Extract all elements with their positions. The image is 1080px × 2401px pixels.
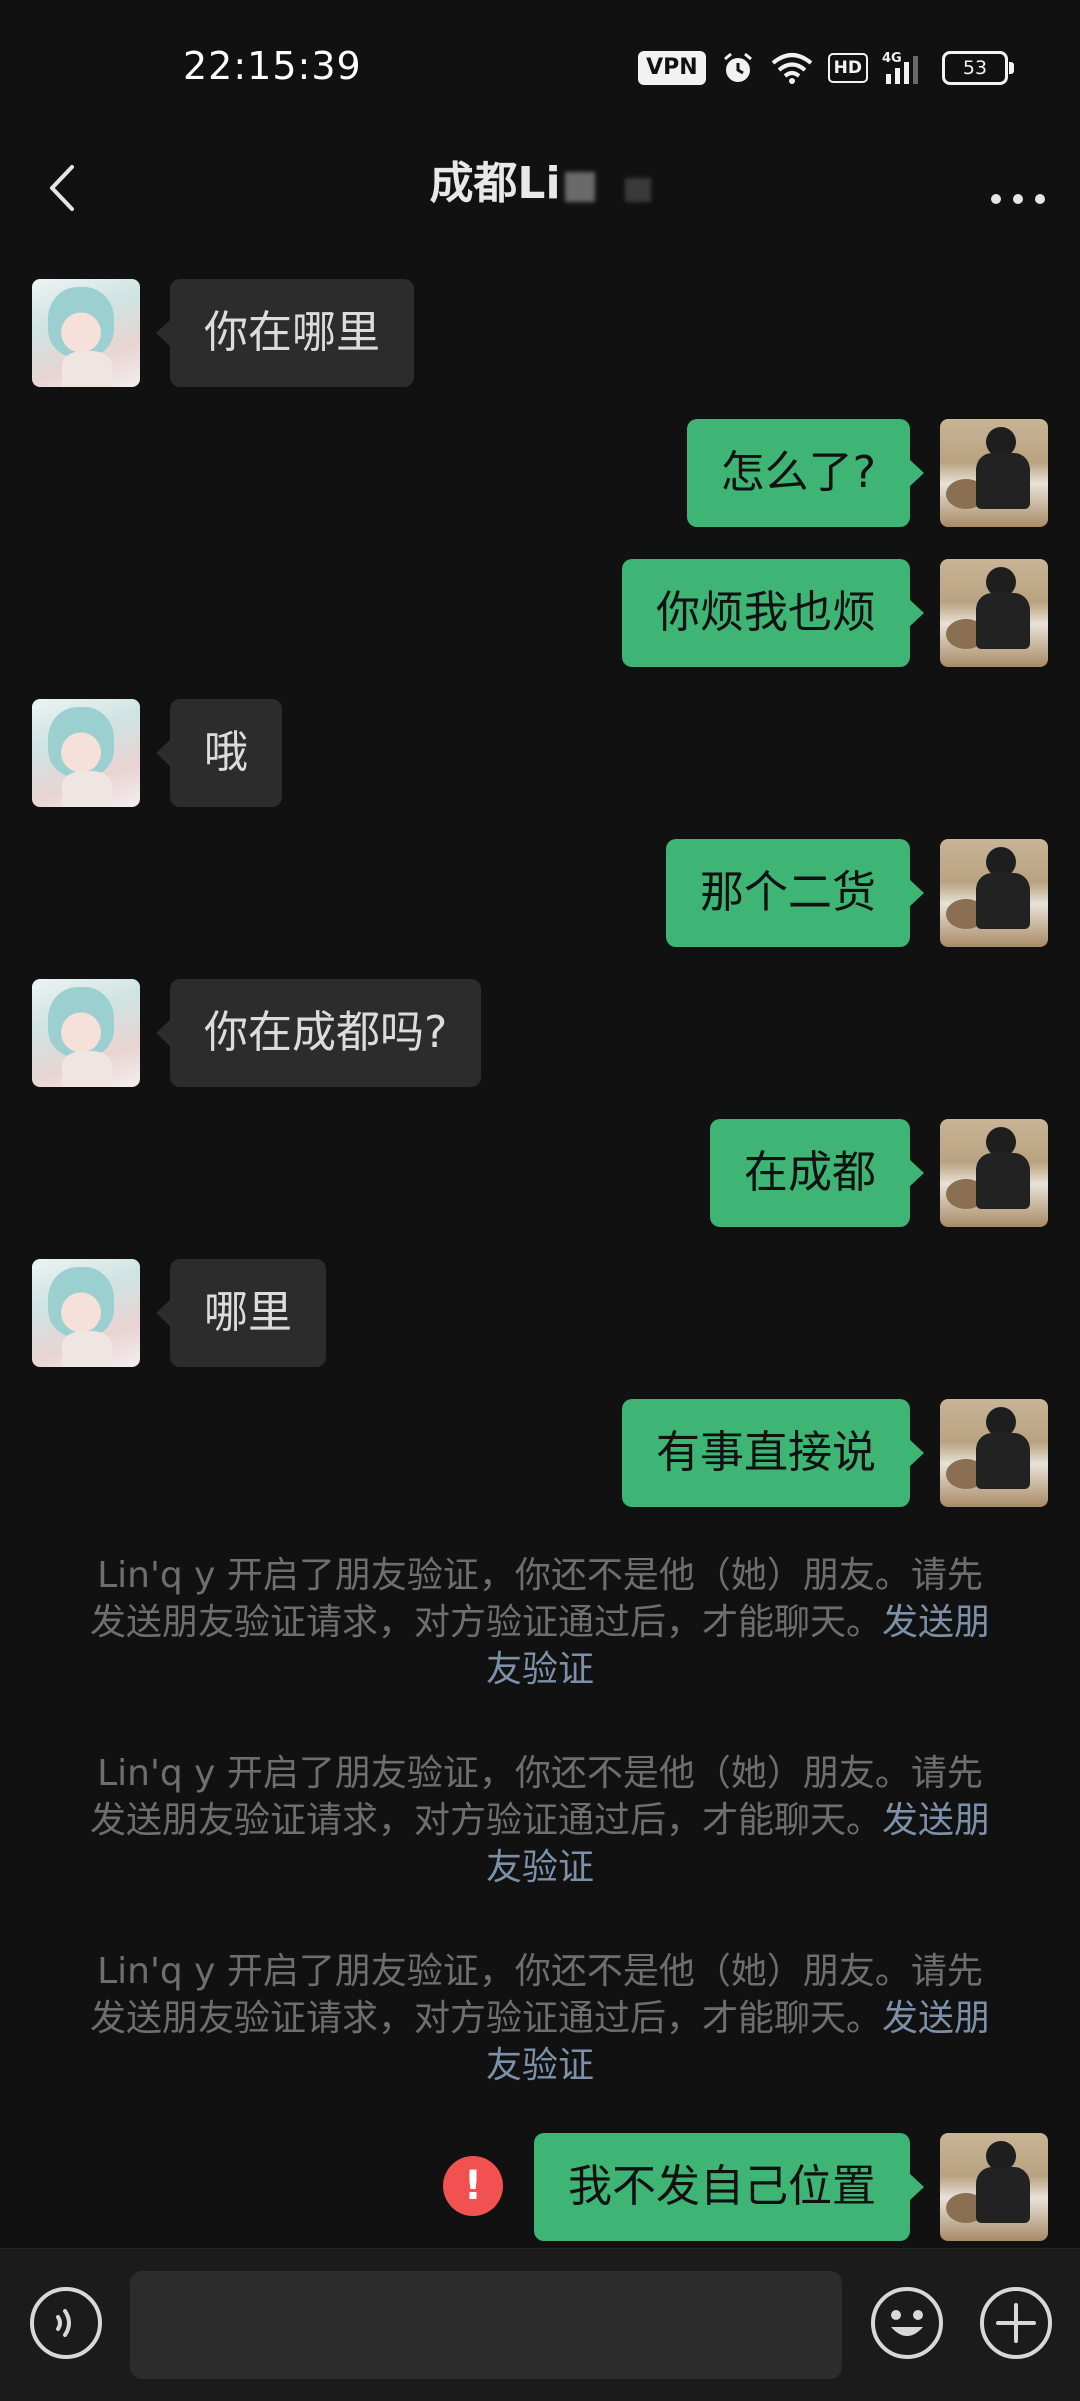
status-bar: 22:15:39 VPN HD 4G 53 [0,0,1080,135]
message-bubble-sent[interactable]: 有事直接说 [622,1399,924,1507]
self-avatar[interactable] [940,839,1048,947]
self-avatar[interactable] [940,1119,1048,1227]
hd-icon: HD [827,53,868,83]
self-avatar[interactable] [940,419,1048,527]
friend-verification-notice: Lin'q y 开启了朋友验证，你还不是他（她）朋友。请先发送朋友验证请求，对方… [84,1948,996,2089]
message-bubble-sent[interactable]: 你烦我也烦 [622,559,924,667]
message-input[interactable] [130,2271,842,2379]
chat-title: 成都Li [0,147,1080,211]
emoji-icon[interactable] [869,2285,945,2361]
voice-icon[interactable] [28,2285,104,2361]
message-bubble-received[interactable]: 你在哪里 [156,279,414,387]
plus-circle-icon[interactable] [978,2285,1054,2361]
message-bubble-sent[interactable]: 在成都 [710,1119,924,1227]
friend-verification-notice: Lin'q y 开启了朋友验证，你还不是他（她）朋友。请先发送朋友验证请求，对方… [84,1552,996,1693]
wifi-icon [771,53,812,84]
contact-avatar[interactable] [32,699,140,807]
notice-text: Lin'q y 开启了朋友验证，你还不是他（她）朋友。请先发送朋友验证请求，对方… [89,1753,983,1841]
chat-title-text: 成都Li [429,158,561,209]
message-bubble-sent[interactable]: 怎么了? [686,419,925,527]
message-bubble-received[interactable]: 你在成都吗? [155,979,482,1087]
redaction-blur [564,172,595,202]
alarm-icon [723,52,752,82]
message-bubble-sent[interactable]: 那个二货 [666,839,924,947]
more-horizontal-icon[interactable] [982,159,1054,219]
contact-avatar[interactable] [32,1259,140,1367]
redaction-blur [624,178,651,202]
battery-icon: 53 [942,51,1014,85]
vpn-icon: VPN [638,51,706,85]
message-bubble-received[interactable]: 哦 [156,699,282,807]
self-avatar[interactable] [940,1399,1048,1507]
signal-icon: 4G [882,51,918,84]
self-avatar[interactable] [940,559,1048,667]
message-bubble-received[interactable]: 哪里 [156,1259,326,1367]
network-type: 4G [882,51,902,66]
chat-input-bar [0,2248,1080,2401]
send-failed-icon[interactable]: ! [443,2156,503,2216]
notice-text: Lin'q y 开启了朋友验证，你还不是他（她）朋友。请先发送朋友验证请求，对方… [89,1555,983,1643]
status-time: 22:15:39 [183,44,362,88]
chat-header: 成都Li [0,135,1080,265]
message-bubble-sent-failed[interactable]: 我不发自己位置 [534,2133,924,2241]
friend-verification-notice: Lin'q y 开启了朋友验证，你还不是他（她）朋友。请先发送朋友验证请求，对方… [84,1750,996,1891]
contact-avatar[interactable] [32,979,140,1087]
status-icons: VPN HD 4G 53 [638,48,1014,88]
self-avatar[interactable] [940,2133,1048,2241]
contact-avatar[interactable] [32,279,140,387]
notice-text: Lin'q y 开启了朋友验证，你还不是他（她）朋友。请先发送朋友验证请求，对方… [89,1951,983,2039]
